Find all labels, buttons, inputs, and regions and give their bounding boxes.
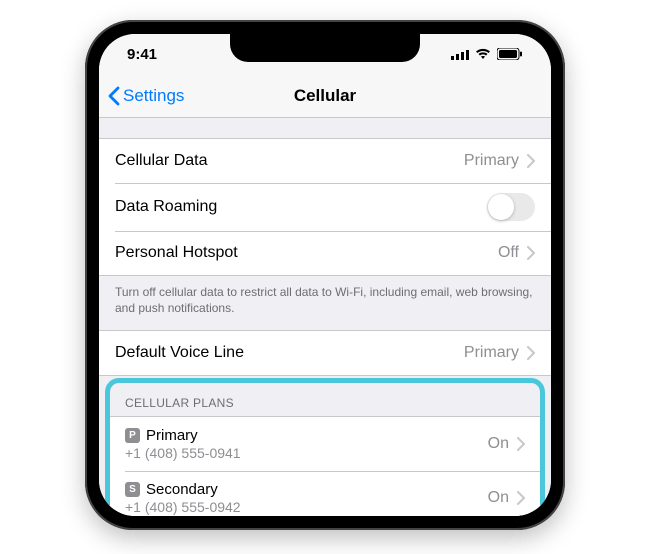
chevron-right-icon <box>517 491 525 505</box>
personal-hotspot-row[interactable]: Personal Hotspot Off <box>99 231 551 275</box>
status-time: 9:41 <box>127 46 157 63</box>
chevron-right-icon <box>527 346 535 360</box>
plan-badge-icon: P <box>125 428 140 443</box>
cellular-plans-highlight: CELLULAR PLANS P Primary +1 (408) 555-09… <box>99 376 551 516</box>
cellular-plans-list: P Primary +1 (408) 555-0941 On <box>109 416 541 516</box>
chevron-right-icon <box>517 437 525 451</box>
notch <box>230 34 420 62</box>
chevron-left-icon <box>107 86 121 106</box>
back-label: Settings <box>123 86 184 106</box>
row-label: Default Voice Line <box>115 344 244 362</box>
plan-number: +1 (408) 555-0941 <box>125 445 241 461</box>
row-label: Personal Hotspot <box>115 244 238 262</box>
phone-frame: 9:41 Settings Cellular Cellular Data Pri… <box>85 20 565 530</box>
plan-status: On <box>488 489 509 507</box>
wifi-icon <box>475 48 491 60</box>
plan-row-secondary[interactable]: S Secondary +1 (408) 555-0942 On <box>109 471 541 516</box>
row-value: Primary <box>464 152 519 170</box>
data-roaming-row: Data Roaming <box>99 183 551 231</box>
default-voice-line-row[interactable]: Default Voice Line Primary <box>99 331 551 375</box>
back-button[interactable]: Settings <box>107 86 184 106</box>
section-footer: Turn off cellular data to restrict all d… <box>99 276 551 330</box>
row-value: Primary <box>464 344 519 362</box>
status-icons <box>451 48 523 60</box>
row-label: Data Roaming <box>115 198 217 216</box>
chevron-right-icon <box>527 246 535 260</box>
data-roaming-toggle[interactable] <box>487 193 535 221</box>
page-title: Cellular <box>294 86 356 106</box>
signal-icon <box>451 48 469 60</box>
plan-badge-icon: S <box>125 482 140 497</box>
row-label: Cellular Data <box>115 152 207 170</box>
screen: 9:41 Settings Cellular Cellular Data Pri… <box>99 34 551 516</box>
content: Cellular Data Primary Data Roaming Perso… <box>99 118 551 516</box>
settings-list-1: Cellular Data Primary Data Roaming Perso… <box>99 138 551 276</box>
plan-row-primary[interactable]: P Primary +1 (408) 555-0941 On <box>109 417 541 471</box>
plan-name: Secondary <box>146 481 218 498</box>
plan-number: +1 (408) 555-0942 <box>125 499 241 515</box>
plan-status: On <box>488 435 509 453</box>
chevron-right-icon <box>527 154 535 168</box>
nav-bar: Settings Cellular <box>99 74 551 118</box>
section-header: CELLULAR PLANS <box>109 382 541 416</box>
settings-list-2: Default Voice Line Primary <box>99 330 551 376</box>
row-value: Off <box>498 244 519 262</box>
plan-name: Primary <box>146 427 198 444</box>
battery-icon <box>497 48 523 60</box>
cellular-data-row[interactable]: Cellular Data Primary <box>99 139 551 183</box>
